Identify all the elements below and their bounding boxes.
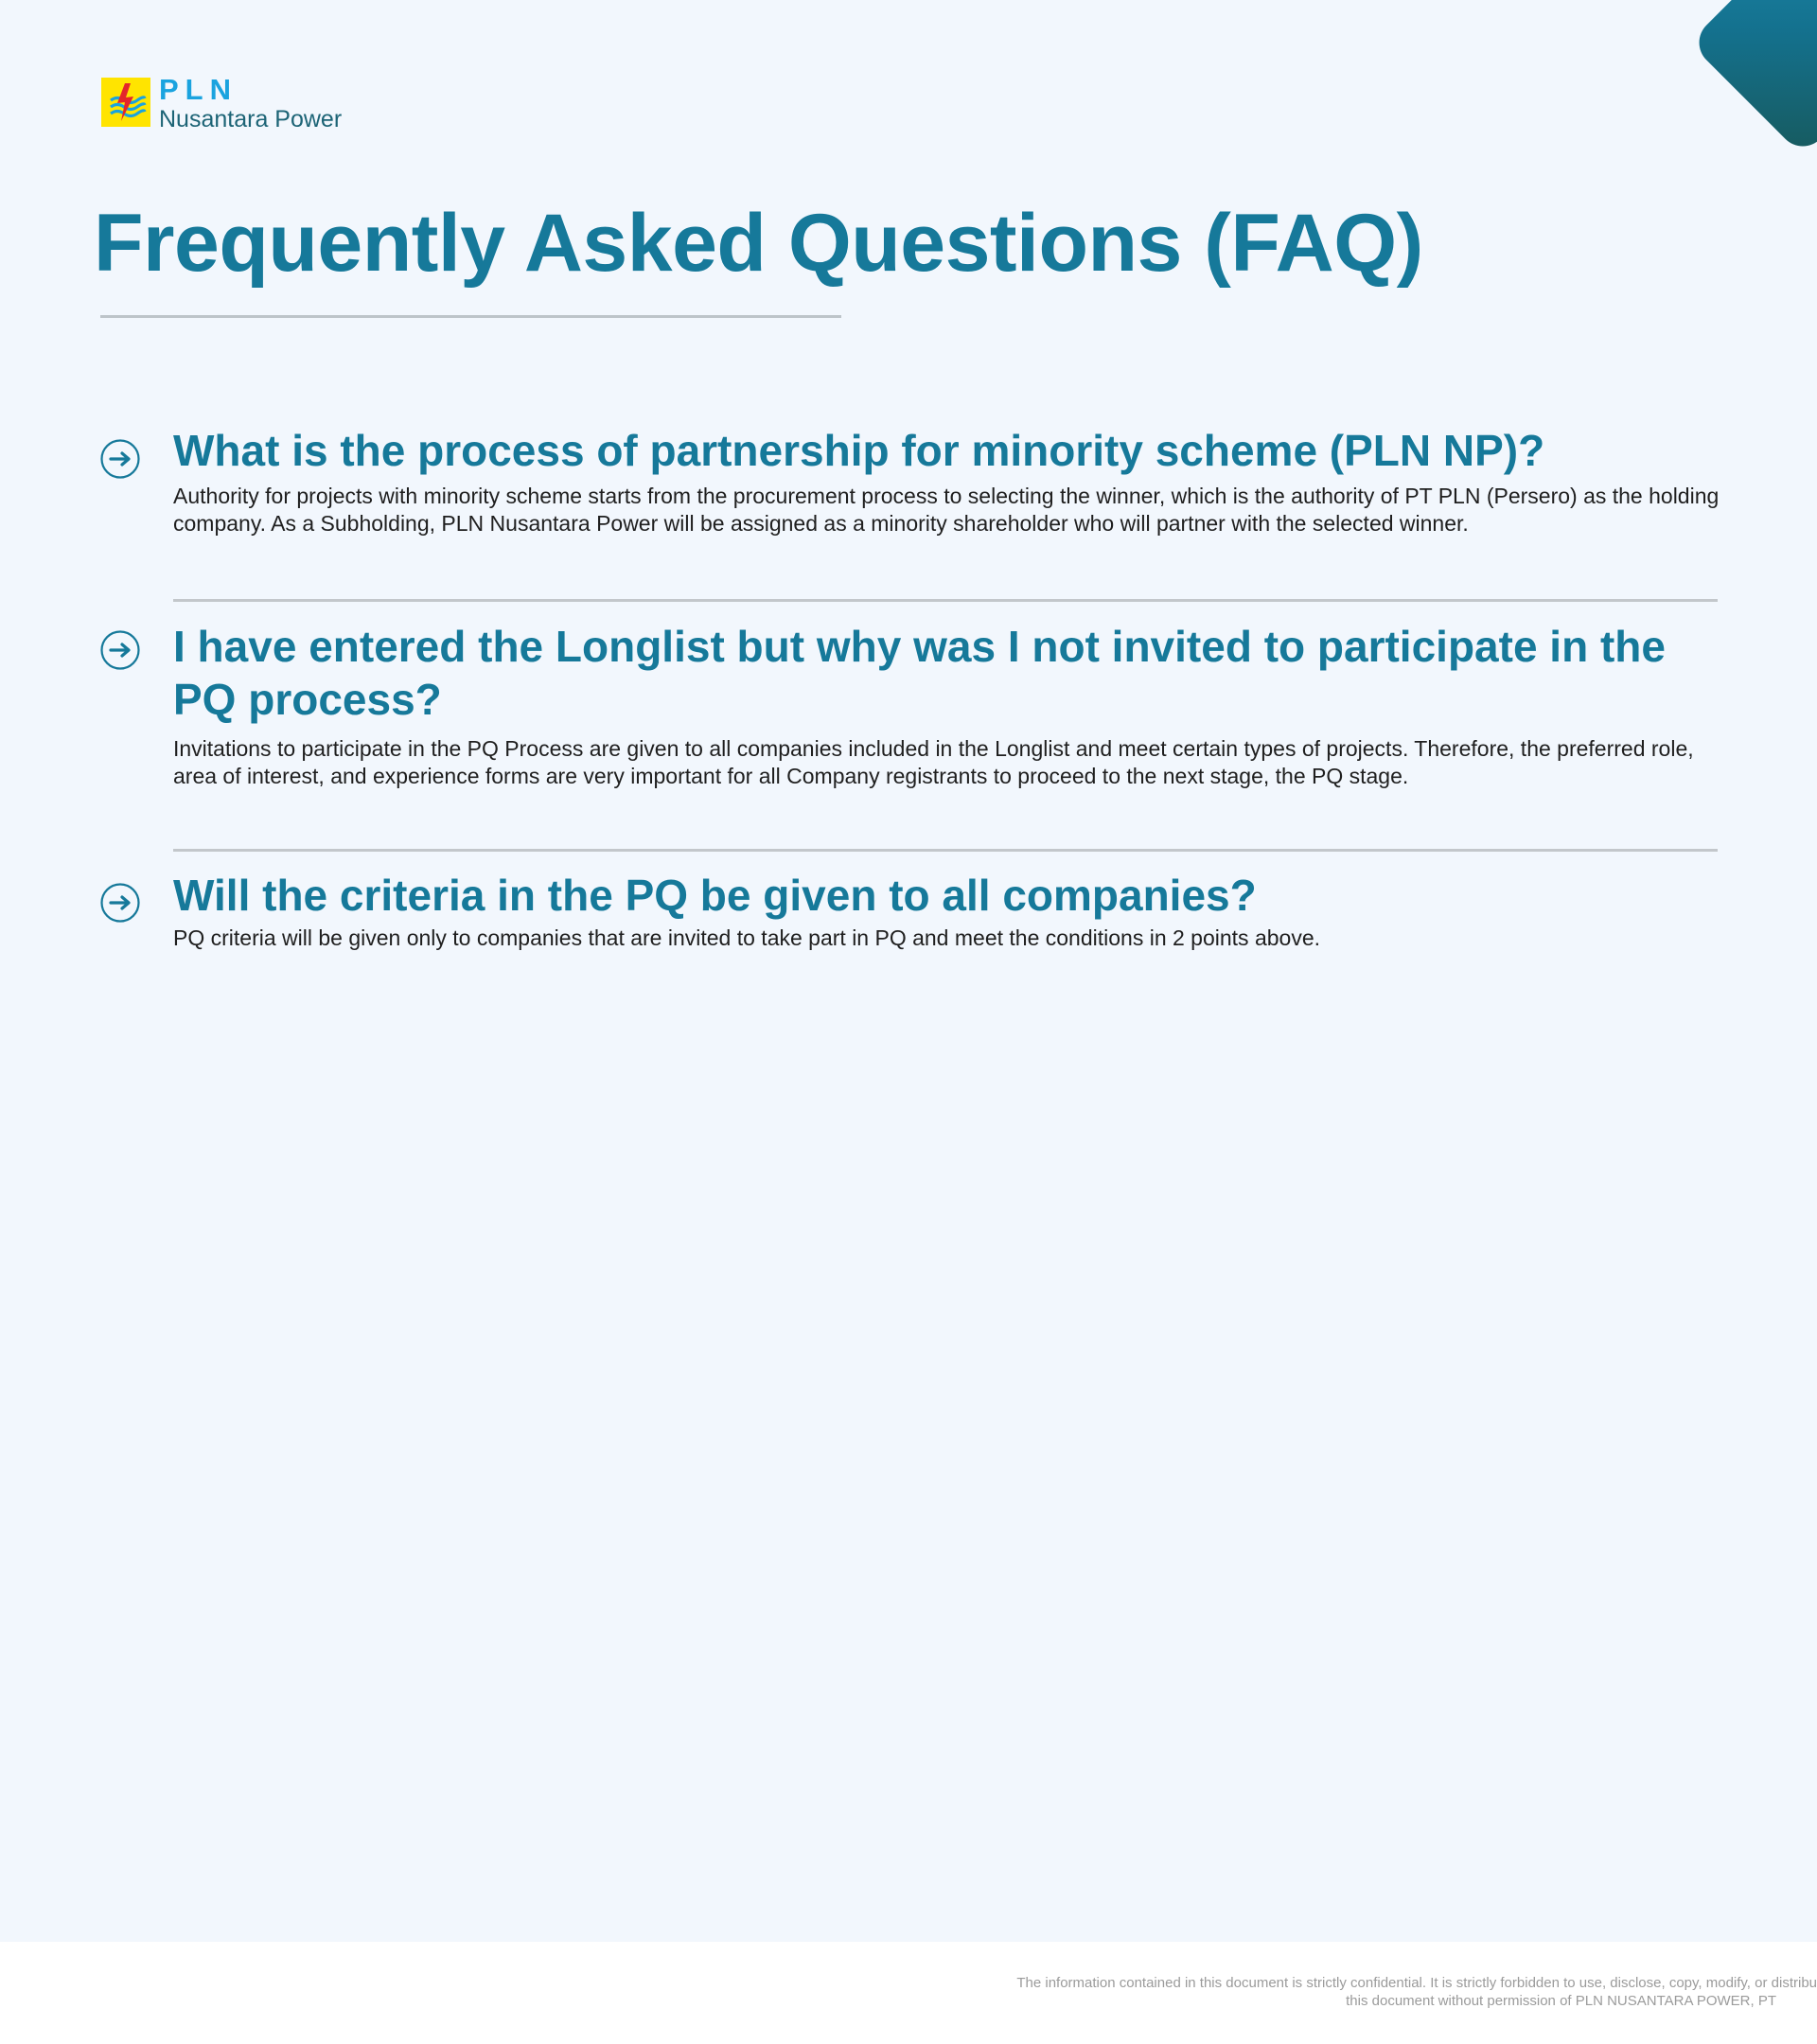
faq-answer: PQ criteria will be given only to compan… (173, 925, 1321, 950)
brand-subtitle: Nusantara Power (159, 106, 343, 132)
faq-answer: Authority for projects with minority sch… (173, 484, 1720, 536)
footer-line-2: this document without permission of PLN … (1346, 1993, 1776, 2009)
faq-answer: Invitations to participate in the PQ Pro… (173, 736, 1694, 788)
faq-divider (173, 849, 1718, 852)
arrow-right-circle-icon (100, 630, 140, 670)
faq-question: What is the process of partnership for m… (173, 426, 1545, 475)
page-title: Frequently Asked Questions (FAQ) (94, 198, 1423, 289)
faq-question: I have entered the Longlist but why was … (173, 622, 1666, 724)
footer: The information contained in this docume… (0, 1942, 1817, 2044)
confidentiality-notice: The information contained in this docume… (1016, 1974, 1817, 2010)
title-divider (100, 315, 841, 318)
brand-name: PLN (159, 73, 238, 106)
faq-divider (173, 599, 1718, 602)
arrow-right-circle-icon (100, 439, 140, 479)
faq-question: Will the criteria in the PQ be given to … (173, 871, 1257, 920)
pln-lightning-logo-icon (101, 78, 150, 127)
corner-decoration (1688, 0, 1817, 157)
footer-line-1: The information contained in this docume… (1016, 1975, 1817, 1991)
arrow-right-circle-icon (100, 883, 140, 923)
